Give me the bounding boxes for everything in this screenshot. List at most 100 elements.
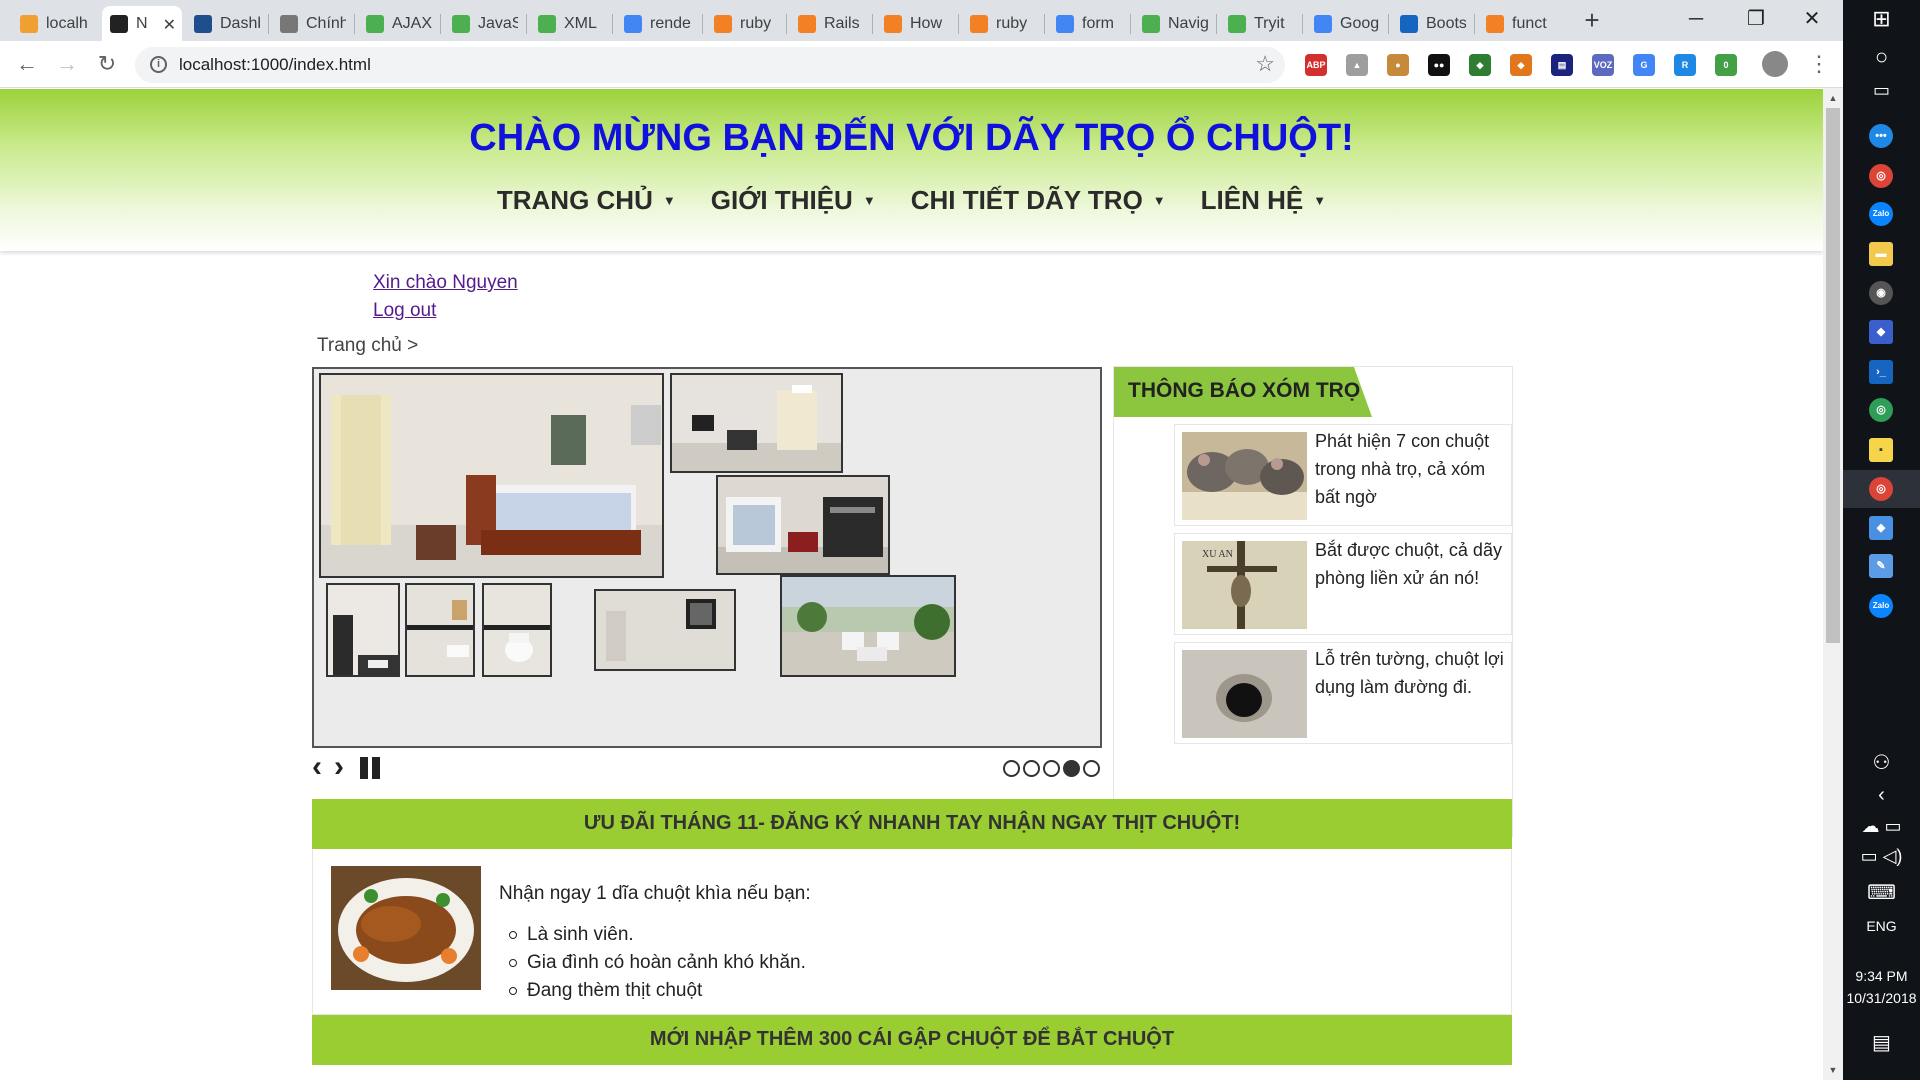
notice-text[interactable]: Phát hiện 7 con chuột trong nhà trọ, cả …: [1315, 427, 1511, 511]
reload-icon[interactable]: ↻: [92, 49, 122, 79]
menu-icon[interactable]: ⋮: [1808, 51, 1830, 77]
browser-tab[interactable]: rende: [616, 6, 702, 41]
browser-tab[interactable]: JavaS: [444, 6, 526, 41]
slide-dot[interactable]: [1003, 760, 1020, 777]
notice-item[interactable]: Lỗ trên tường, chuột lợi dụng làm đường …: [1174, 642, 1512, 744]
task-view-icon[interactable]: ▭: [1843, 80, 1920, 101]
profile-avatar[interactable]: [1762, 51, 1788, 77]
stackoverflow-icon: [798, 14, 816, 33]
browser-tab[interactable]: Navig: [1134, 6, 1216, 41]
reader-icon[interactable]: R: [1674, 54, 1696, 76]
logout-link[interactable]: Log out: [373, 300, 436, 322]
nav-item-about[interactable]: GIỚI THIỆU ▼: [711, 185, 876, 216]
tab-label: Goog: [1340, 14, 1380, 32]
browser-tab[interactable]: Dashb: [186, 6, 268, 41]
webcam-icon[interactable]: ◉: [1869, 281, 1893, 305]
browser-tab[interactable]: Goog: [1306, 6, 1388, 41]
adblock-icon[interactable]: ABP: [1305, 54, 1327, 76]
cloud-battery-icon[interactable]: ☁ ▭: [1843, 816, 1920, 837]
zalo-icon[interactable]: Zalo: [1869, 202, 1893, 226]
nav-item-details[interactable]: CHI TIẾT DÃY TRỌ ▼: [911, 185, 1166, 216]
slide-dot[interactable]: [1043, 760, 1060, 777]
slide-dot[interactable]: [1083, 760, 1100, 777]
new-tab-button[interactable]: +: [1578, 6, 1606, 34]
scrollbar-thumb[interactable]: [1826, 108, 1840, 643]
tampermonkey-icon[interactable]: ●●: [1428, 54, 1450, 76]
chrome-icon[interactable]: ◎: [1869, 164, 1893, 188]
slide-dot[interactable]: [1023, 760, 1040, 777]
messenger-icon[interactable]: •••: [1869, 124, 1893, 148]
chevron-right-icon[interactable]: ›: [334, 752, 344, 782]
chrome-active-icon[interactable]: ◎: [1869, 477, 1893, 501]
browser-tab[interactable]: Boots: [1392, 6, 1474, 41]
tab-label: Dashb: [220, 14, 260, 32]
info-icon[interactable]: i: [150, 56, 167, 73]
notice-text[interactable]: Bắt được chuột, cả dãy phòng liền xử án …: [1315, 536, 1511, 592]
nav-item-contact[interactable]: LIÊN HỆ ▼: [1201, 185, 1326, 216]
forward-icon[interactable]: →: [52, 49, 82, 79]
chevron-left-icon[interactable]: ‹: [1843, 784, 1920, 807]
notice-item[interactable]: Phát hiện 7 con chuột trong nhà trọ, cả …: [1174, 424, 1512, 526]
browser-tab[interactable]: localh: [12, 6, 98, 41]
notice-item[interactable]: XU AN Bắt được chuột, cả dãy phòng liền …: [1174, 533, 1512, 635]
scroll-up-icon[interactable]: ▲: [1826, 90, 1840, 106]
doc-icon: [194, 14, 212, 33]
sticky-notes-icon[interactable]: ▪: [1869, 438, 1893, 462]
keyboard-icon[interactable]: ⌨: [1843, 880, 1920, 905]
folder-icon[interactable]: ▬: [1869, 242, 1893, 266]
notice-text[interactable]: Lỗ trên tường, chuột lợi dụng làm đường …: [1315, 645, 1511, 701]
browser-tab[interactable]: How: [876, 6, 958, 41]
globe-icon[interactable]: ◆: [1469, 54, 1491, 76]
voz-icon[interactable]: VOZ: [1592, 54, 1614, 76]
language-indicator[interactable]: ENG: [1843, 918, 1920, 934]
powershell-icon[interactable]: ›_: [1869, 360, 1893, 384]
browser-tab[interactable]: Tryit: [1220, 6, 1302, 41]
browser-tab[interactable]: funct: [1478, 6, 1560, 41]
browser-tab[interactable]: Rails: [790, 6, 872, 41]
browser-tab[interactable]: ruby: [706, 6, 786, 41]
badge-extension-icon[interactable]: 0: [1715, 54, 1737, 76]
network-volume-icon[interactable]: ▭ ◁): [1843, 846, 1920, 867]
windows-taskbar: ⊞ ○ ▭ ••• ◎ Zalo ▬ ◉ ◆ ›_ ◎ ▪ ◎ ◆ ✎ Zalo…: [1843, 0, 1920, 1080]
screen-icon[interactable]: ▤: [1551, 54, 1573, 76]
slide-dot[interactable]: [1063, 760, 1080, 777]
notepad-icon[interactable]: ✎: [1869, 554, 1893, 578]
search-icon[interactable]: ○: [1843, 44, 1920, 70]
pause-icon[interactable]: [360, 757, 382, 779]
tab-close-icon[interactable]: ✕: [163, 15, 176, 35]
back-icon[interactable]: ←: [12, 49, 42, 79]
bedroom-photo: [319, 373, 664, 578]
nav-label: CHI TIẾT DÃY TRỌ: [910, 185, 1143, 215]
zalo-icon[interactable]: Zalo: [1869, 594, 1893, 618]
browser-green-icon[interactable]: ◎: [1869, 398, 1893, 422]
url-text[interactable]: localhost:1000/index.html: [179, 55, 371, 75]
drive-icon[interactable]: ▲: [1346, 54, 1368, 76]
translate-icon[interactable]: G: [1633, 54, 1655, 76]
metamask-icon[interactable]: ◆: [1510, 54, 1532, 76]
chevron-left-icon[interactable]: ‹: [312, 752, 322, 782]
browser-tab[interactable]: AJAX: [358, 6, 440, 41]
clock-time[interactable]: 9:34 PM: [1843, 968, 1920, 984]
w3-icon: [538, 14, 556, 33]
scroll-down-icon[interactable]: ▼: [1826, 1062, 1840, 1078]
cookie-icon[interactable]: ●: [1387, 54, 1409, 76]
virtualbox-icon[interactable]: ◆: [1869, 320, 1893, 344]
notifications-icon[interactable]: ▤: [1843, 1030, 1920, 1055]
browser-tab[interactable]: N ✕: [102, 6, 182, 41]
minimize-icon[interactable]: ─: [1668, 0, 1724, 41]
browser-tab[interactable]: Chính: [272, 6, 354, 41]
close-window-icon[interactable]: ✕: [1784, 0, 1840, 41]
greeting-link[interactable]: Xin chào Nguyen: [373, 272, 518, 294]
bookmark-star-icon[interactable]: ☆: [1255, 51, 1275, 77]
address-bar[interactable]: i localhost:1000/index.html ☆: [135, 47, 1285, 83]
restore-icon[interactable]: ❐: [1728, 0, 1784, 41]
cube-icon[interactable]: ◆: [1869, 516, 1893, 540]
browser-tab[interactable]: XML: [530, 6, 612, 41]
tab-label: ruby: [996, 14, 1028, 32]
people-icon[interactable]: ⚇: [1843, 750, 1920, 775]
browser-tab[interactable]: ruby: [962, 6, 1044, 41]
windows-start-icon[interactable]: ⊞: [1843, 6, 1920, 32]
browser-tab[interactable]: form: [1048, 6, 1130, 41]
clock-date[interactable]: 10/31/2018: [1843, 990, 1920, 1006]
nav-item-home[interactable]: TRANG CHỦ ▼: [497, 185, 676, 216]
